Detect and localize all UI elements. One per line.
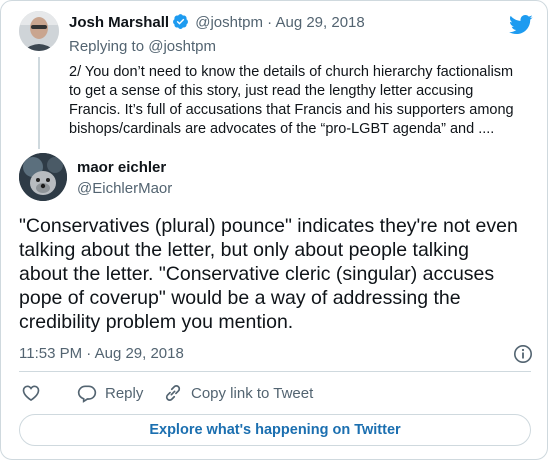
avatar[interactable]	[19, 153, 67, 201]
copy-link-label: Copy link to Tweet	[191, 384, 314, 402]
thread-line	[38, 57, 40, 149]
author-handle[interactable]: @joshtpm	[195, 14, 263, 31]
info-icon[interactable]	[513, 344, 533, 364]
heart-icon	[22, 385, 40, 402]
divider	[19, 371, 531, 372]
explore-twitter-button[interactable]: Explore what's happening on Twitter	[19, 414, 531, 446]
text-line: Francis. It’s full of accusations that F…	[69, 102, 514, 118]
text-line: pope of coverup" would be a way of addre…	[19, 287, 461, 309]
reply-label: Reply	[105, 384, 144, 402]
text-line: about the letter. "Conservative cleric (…	[19, 263, 495, 285]
text-line: talking about the letter, but only about…	[19, 239, 469, 261]
text-line: to get a sense of this story, just read …	[69, 83, 474, 99]
reply-button[interactable]: Reply	[77, 383, 143, 403]
replying-to[interactable]: Replying to @joshtpm	[69, 38, 216, 55]
tweet-text: "Conservatives (plural) pounce" indicate…	[19, 214, 539, 334]
tweet-timestamp[interactable]: 11:53 PM · Aug 29, 2018	[19, 345, 184, 362]
tweet-embed-card: Josh Marshall @joshtpm · Aug 29, 2018 Re…	[0, 0, 548, 460]
text-line: bishops/cardinals are advocates of the “…	[69, 121, 495, 137]
parent-tweet[interactable]: Josh Marshall @joshtpm · Aug 29, 2018 Re…	[1, 1, 547, 151]
copy-link-button[interactable]: Copy link to Tweet	[163, 383, 313, 403]
text-line: "Conservatives (plural) pounce" indicate…	[19, 215, 518, 237]
header-separator: ·	[267, 14, 273, 31]
avatar[interactable]	[19, 11, 59, 51]
author-name[interactable]: Josh Marshall	[69, 14, 169, 31]
text-line: 2/ You don’t need to know the details of…	[69, 64, 514, 80]
tweet-date[interactable]: Aug 29, 2018	[275, 14, 364, 31]
link-icon	[165, 385, 181, 401]
twitter-bird-icon[interactable]	[509, 15, 533, 35]
text-line: credibility problem you mention.	[19, 311, 294, 333]
parent-tweet-header: Josh Marshall @joshtpm · Aug 29, 2018	[69, 13, 365, 31]
author-name[interactable]: maor eichler	[77, 159, 166, 176]
parent-tweet-text: 2/ You don’t need to know the details of…	[69, 63, 529, 139]
author-handle[interactable]: @EichlerMaor	[77, 180, 172, 197]
verified-badge-icon	[173, 14, 188, 29]
like-button[interactable]	[21, 383, 41, 403]
reply-bubble-icon	[77, 385, 97, 403]
